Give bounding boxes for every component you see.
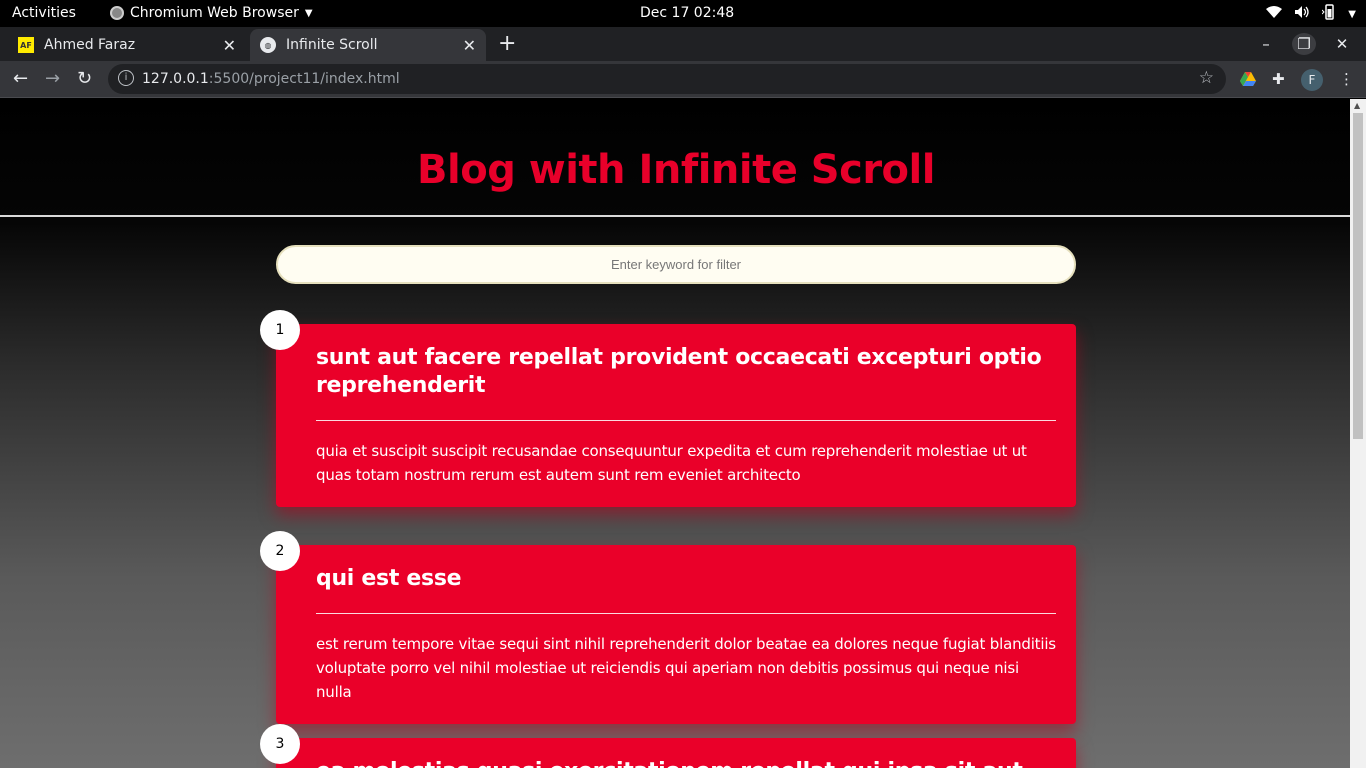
new-tab-button[interactable]: + (498, 31, 516, 56)
battery-icon (1321, 4, 1336, 24)
scrollbar-thumb[interactable] (1353, 113, 1363, 439)
window-controls: – ❐ ✕ (1254, 33, 1354, 55)
reload-icon[interactable]: ↻ (77, 68, 92, 89)
google-drive-icon[interactable] (1240, 72, 1256, 86)
profile-avatar[interactable]: F (1301, 69, 1323, 91)
post-title: sunt aut facere repellat provident occae… (316, 345, 1042, 398)
chevron-down-icon: ▼ (1348, 8, 1356, 20)
page-scrollbar[interactable]: ▲ (1350, 99, 1366, 768)
extensions-puzzle-icon[interactable]: ✚ (1272, 70, 1285, 88)
wifi-icon (1266, 6, 1283, 22)
post-title: qui est esse (316, 566, 462, 591)
site-info-icon[interactable]: i (118, 70, 134, 86)
post-card: 1 sunt aut facere repellat provident occ… (260, 310, 1076, 507)
close-icon[interactable]: ✕ (223, 36, 236, 55)
app-menu[interactable]: Chromium Web Browser ▼ (110, 5, 313, 21)
post-number: 1 (260, 310, 300, 350)
minimize-button[interactable]: – (1254, 33, 1278, 55)
filter-input[interactable] (276, 245, 1076, 284)
page-title: Blog with Infinite Scroll (417, 147, 935, 193)
bookmark-star-icon[interactable]: ☆ (1199, 68, 1214, 88)
post-body: quia et suscipit suscipit recusandae con… (316, 442, 1027, 484)
close-window-button[interactable]: ✕ (1330, 33, 1354, 55)
post-body: est rerum tempore vitae sequi sint nihil… (316, 635, 1056, 701)
chevron-down-icon: ▼ (304, 7, 313, 19)
volume-icon (1294, 5, 1310, 23)
post-number: 2 (260, 531, 300, 571)
globe-icon: ◍ (260, 37, 276, 53)
address-bar[interactable]: i 127.0.0.1:5500/project11/index.html ☆ (108, 64, 1226, 94)
browser-toolbar: ← → ↻ i 127.0.0.1:5500/project11/index.h… (0, 61, 1366, 98)
app-menu-label: Chromium Web Browser (130, 5, 299, 21)
system-top-bar: Activities Chromium Web Browser ▼ Dec 17… (0, 0, 1366, 27)
menu-kebab-icon[interactable]: ⋮ (1339, 70, 1354, 88)
close-icon[interactable]: ✕ (463, 36, 476, 55)
site-favicon-icon: AF (18, 37, 34, 53)
clock[interactable]: Dec 17 02:48 (640, 5, 734, 21)
activities-button[interactable]: Activities (12, 5, 76, 21)
restore-button[interactable]: ❐ (1292, 33, 1316, 55)
post-divider (316, 613, 1056, 614)
back-arrow-icon[interactable]: ← (13, 68, 28, 89)
post-divider (316, 420, 1056, 421)
forward-arrow-icon[interactable]: → (45, 68, 60, 89)
tab-label: Infinite Scroll (286, 37, 378, 53)
post-card: 3 ea molestias quasi exercitationem repe… (260, 724, 1076, 768)
chromium-icon (110, 6, 124, 20)
post-card: 2 qui est esse est rerum tempore vitae s… (260, 531, 1076, 724)
tab-ahmed-faraz[interactable]: AF Ahmed Faraz ✕ (8, 29, 246, 61)
url-text[interactable]: 127.0.0.1:5500/project11/index.html (142, 71, 400, 87)
post-number: 3 (260, 724, 300, 764)
tab-label: Ahmed Faraz (44, 37, 136, 53)
tab-infinite-scroll[interactable]: ◍ Infinite Scroll ✕ (250, 29, 486, 61)
page-viewport: Blog with Infinite Scroll 1 sunt aut fac… (0, 99, 1350, 768)
scroll-up-icon[interactable]: ▲ (1354, 101, 1360, 110)
post-title: ea molestias quasi exercitationem repell… (316, 758, 1056, 768)
system-tray[interactable]: ▼ (1266, 4, 1356, 24)
header-divider (0, 215, 1350, 217)
tab-strip: AF Ahmed Faraz ✕ ◍ Infinite Scroll ✕ (0, 27, 1366, 61)
